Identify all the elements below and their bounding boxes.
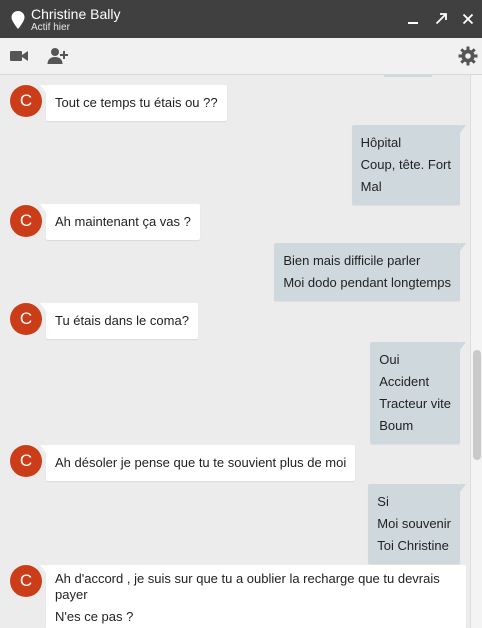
close-icon bbox=[462, 13, 474, 25]
avatar[interactable]: C bbox=[10, 303, 42, 335]
message-text: Moi dodo pendant longtemps bbox=[283, 275, 451, 290]
settings-button[interactable] bbox=[455, 44, 481, 68]
message-text: Ah d'accord , je suis sur que tu a oubli… bbox=[55, 571, 440, 602]
popout-arrow-icon bbox=[435, 13, 447, 25]
add-person-icon bbox=[47, 48, 68, 64]
message-text: Tout ce temps tu étais ou ?? bbox=[55, 95, 218, 110]
chat-titlebar: Christine Bally Actif hier bbox=[0, 0, 482, 38]
message-text: Toi Christine bbox=[377, 538, 449, 553]
message-text: Tu étais dans le coma? bbox=[55, 313, 189, 328]
contact-status: Actif hier bbox=[31, 22, 70, 33]
previous-message-edge bbox=[384, 75, 432, 77]
message-text: Boum bbox=[379, 418, 414, 433]
message-incoming: Ah désoler je pense que tu te souvient p… bbox=[39, 445, 356, 481]
message-text: Oui bbox=[379, 352, 400, 367]
message-incoming: Ah d'accord , je suis sur que tu a oubli… bbox=[40, 565, 466, 628]
message-incoming: Tu étais dans le coma? bbox=[40, 303, 198, 339]
message-text: Si bbox=[377, 494, 389, 509]
message-text: Tracteur vite bbox=[379, 396, 451, 411]
message-text: Bien mais difficile parler bbox=[283, 253, 421, 268]
chat-toolbar bbox=[0, 38, 482, 75]
gear-icon bbox=[458, 46, 478, 66]
contact-name[interactable]: Christine Bally bbox=[31, 6, 120, 22]
avatar[interactable]: C bbox=[10, 445, 42, 477]
video-call-button[interactable] bbox=[6, 44, 32, 68]
message-text: Ah maintenant ça vas ? bbox=[55, 214, 191, 229]
message-text: Ah désoler je pense que tu te souvient p… bbox=[55, 455, 347, 470]
minimize-button[interactable] bbox=[403, 9, 423, 29]
message-outgoing: Oui Accident Tracteur vite Boum bbox=[370, 342, 466, 444]
scrollbar-thumb[interactable] bbox=[473, 350, 481, 460]
message-incoming: Ah maintenant ça vas ? bbox=[40, 204, 200, 240]
message-text: Mal bbox=[360, 179, 382, 194]
message-text: Coup, tête. Fort bbox=[360, 157, 451, 172]
message-text: Moi souvenir bbox=[377, 516, 451, 531]
message-outgoing: Si Moi souvenir Toi Christine bbox=[368, 484, 466, 564]
location-pin-icon bbox=[11, 11, 25, 29]
message-text: N'es ce pas ? bbox=[55, 609, 134, 624]
message-incoming: Tout ce temps tu étais ou ?? bbox=[40, 85, 227, 121]
message-text: Hôpital bbox=[360, 135, 402, 150]
close-button[interactable] bbox=[458, 9, 478, 29]
avatar[interactable]: C bbox=[10, 205, 42, 237]
popout-button[interactable] bbox=[431, 9, 451, 29]
message-list[interactable]: C Tout ce temps tu étais ou ?? Hôpital C… bbox=[0, 75, 470, 628]
minimize-icon bbox=[408, 22, 418, 24]
video-camera-icon bbox=[10, 51, 28, 61]
chat-scrollbar[interactable] bbox=[470, 75, 482, 628]
message-outgoing: Hôpital Coup, tête. Fort Mal bbox=[351, 125, 467, 205]
message-text: Accident bbox=[379, 374, 430, 389]
avatar[interactable]: C bbox=[10, 85, 42, 117]
add-person-button[interactable] bbox=[45, 44, 71, 68]
message-outgoing: Bien mais difficile parler Moi dodo pend… bbox=[274, 243, 466, 301]
avatar[interactable]: C bbox=[10, 565, 42, 597]
